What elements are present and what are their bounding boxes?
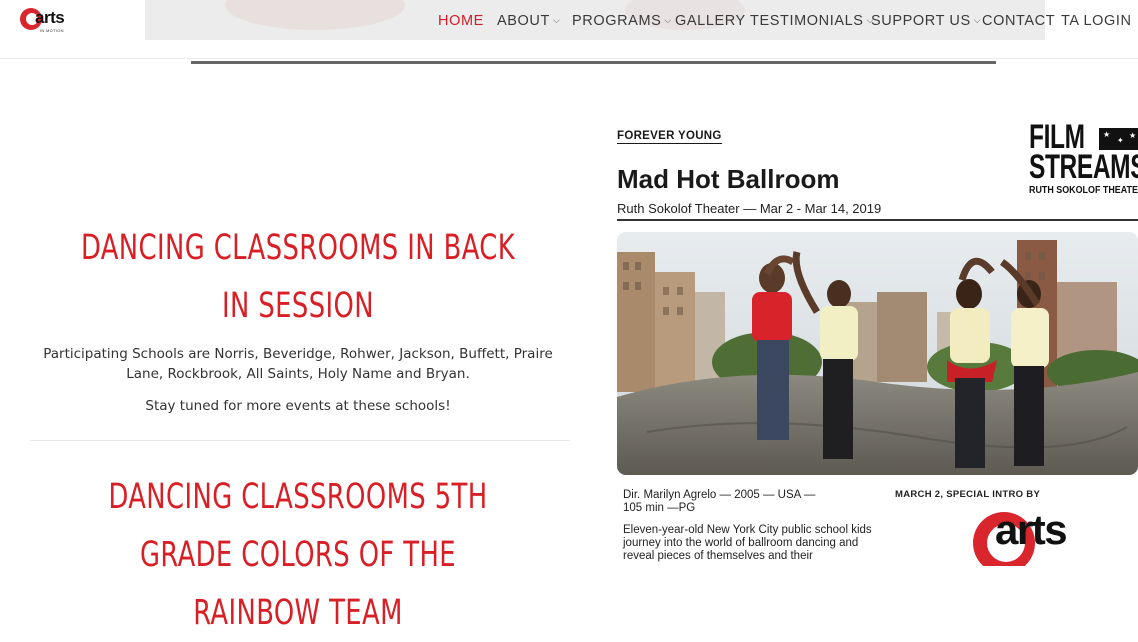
star-icon: ★ ✦ ★: [1099, 128, 1138, 150]
nav-contact[interactable]: CONTACT: [982, 13, 1055, 29]
poster-kicker: FOREVER YOUNG: [617, 130, 722, 144]
film-streams-logo: FILM STREAMS RUTH SOKOLOF THEATER ★ ✦ ★: [1029, 120, 1138, 196]
nav-programs-label: PROGRAMS: [572, 13, 662, 29]
chevron-down-icon: ⌵: [552, 15, 561, 25]
nav-programs[interactable]: PROGRAMS ⌵: [572, 13, 672, 29]
poster-synopsis: Eleven-year-old New York City public sch…: [623, 524, 872, 562]
post-title[interactable]: DANCING CLASSROOMS IN BACK IN SESSION: [77, 219, 520, 335]
poster-theater-dates: Ruth Sokolof Theater — Mar 2 - Mar 14, 2…: [617, 201, 882, 216]
header-divider: [191, 61, 996, 64]
partner-logo-text: arts: [995, 506, 1068, 553]
nav-ta-login[interactable]: TA LOGIN: [1061, 13, 1132, 29]
post-divider: [30, 440, 570, 441]
poster-credits-line2: 105 min —PG: [623, 502, 696, 514]
chevron-down-icon: ⌵: [973, 15, 982, 25]
nav-support-us-label: SUPPORT US: [871, 13, 971, 29]
nav-testimonials[interactable]: TESTIMONIALS ⌵: [750, 13, 874, 29]
arts-in-motion-logo: arts: [973, 506, 1093, 566]
nav-contact-label: CONTACT: [982, 13, 1056, 29]
event-poster[interactable]: FOREVER YOUNG Mad Hot Ballroom Ruth Soko…: [605, 118, 1138, 566]
nav-testimonials-label: TESTIMONIALS: [750, 13, 864, 29]
nav-gallery-label: GALLERY: [675, 13, 746, 29]
post-paragraph: Participating Schools are Norris, Beveri…: [43, 346, 553, 382]
nav-home[interactable]: HOME: [438, 13, 484, 29]
poster-rule: [617, 219, 1138, 221]
nav-gallery[interactable]: GALLERY: [675, 13, 746, 29]
chevron-down-icon: ⌵: [664, 15, 672, 25]
poster-credits: Dir. Marilyn Agrelo — 2005 — USA — 105 m…: [623, 489, 815, 515]
dancers-photo: [617, 232, 1138, 475]
post-title[interactable]: DANCING CLASSROOMS 5TH GRADE COLORS OF T…: [77, 468, 520, 642]
nav-support-us[interactable]: SUPPORT US ⌵: [871, 13, 981, 29]
post-paragraph: Stay tuned for more events at these scho…: [145, 398, 451, 414]
nav-about-label: ABOUT: [497, 13, 550, 29]
main-nav: HOME ABOUT ⌵ PROGRAMS ⌵ GALLERY TESTIMONIA…: [0, 13, 1138, 33]
poster-intro-label: MARCH 2, SPECIAL INTRO BY: [895, 489, 1041, 500]
nav-about[interactable]: ABOUT ⌵: [497, 13, 560, 29]
film-streams-line2: STREAMS: [1029, 148, 1138, 186]
poster-credits-line1: Dir. Marilyn Agrelo — 2005 — USA —: [623, 489, 816, 501]
nav-home-label: HOME: [438, 13, 484, 29]
site-header: arts IN MOTION HOME ABOUT ⌵ PROGRAMS ⌵ GAL…: [0, 0, 1138, 59]
nav-ta-login-label: TA LOGIN: [1061, 13, 1132, 29]
film-streams-sub: RUTH SOKOLOF THEATER: [1029, 184, 1138, 196]
poster-film-title: Mad Hot Ballroom: [617, 164, 840, 194]
